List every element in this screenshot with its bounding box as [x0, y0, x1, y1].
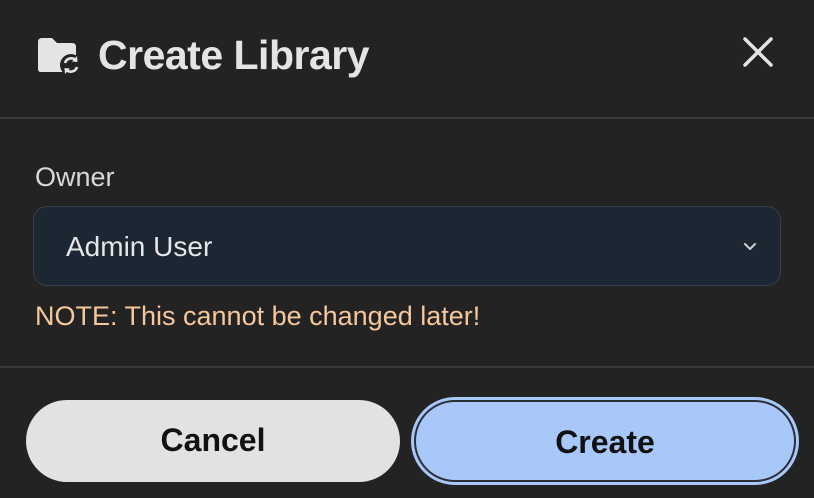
- close-button[interactable]: [736, 30, 780, 74]
- create-button[interactable]: Create: [414, 400, 796, 482]
- create-library-dialog: Create Library Owner Admin User NOTE: Th…: [0, 0, 814, 498]
- close-icon: [736, 37, 780, 78]
- folder-sync-icon: [36, 36, 82, 76]
- header-divider: [0, 117, 814, 119]
- chevron-down-icon: [742, 239, 758, 253]
- owner-select-value: Admin User: [66, 231, 213, 262]
- owner-select[interactable]: Admin User: [33, 206, 781, 286]
- dialog-header: Create Library: [0, 0, 814, 118]
- owner-warning-note: NOTE: This cannot be changed later!: [35, 301, 481, 331]
- owner-label: Owner: [35, 162, 115, 192]
- cancel-button[interactable]: Cancel: [26, 400, 400, 482]
- dialog-title: Create Library: [98, 32, 370, 78]
- footer-divider: [0, 366, 814, 368]
